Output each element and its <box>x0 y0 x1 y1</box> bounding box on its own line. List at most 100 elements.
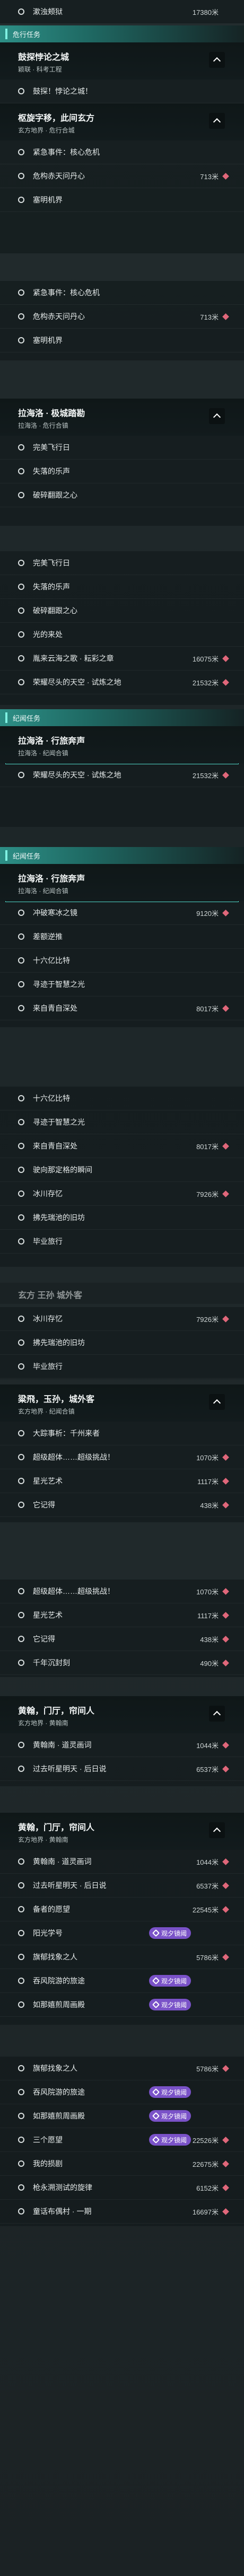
list-item[interactable]: 如那嬉煎周画殿 观夕镜阈 <box>0 1993 244 2017</box>
list-item[interactable]: 我的损剧 22675米 <box>0 2152 244 2176</box>
quest-label: 荣耀尽头的天空 · 试炼之地 <box>33 678 121 686</box>
collapse-chevron-icon[interactable] <box>209 52 225 68</box>
section-header[interactable]: 黄翰，门厅，帘间人 玄方地界 · 黄翰南 <box>0 1696 244 1733</box>
list-item[interactable]: 吞风院游的旅途 观夕镜阈 <box>0 2080 244 2104</box>
collapse-chevron-icon[interactable] <box>209 408 225 424</box>
quest-distance: 6152米 <box>196 2184 219 2192</box>
section-header[interactable]: 鼓探悖论之城 颖联 · 科考工程 <box>0 42 244 80</box>
list-item[interactable]: 吞风院游的旅途 观夕镜阈 <box>0 1969 244 1993</box>
list-item[interactable]: 黄翰南 · 道灵画词 1044米 <box>0 1850 244 1874</box>
section-header[interactable]: 拉海洛 · 行旅奔声 拉海洛 · 纪闻合镇 <box>0 864 244 901</box>
list-item[interactable]: 十六亿比特 <box>0 1087 244 1110</box>
quest-distance: 1070米 <box>196 1587 219 1596</box>
list-item[interactable]: 失落的乐声 <box>0 575 244 599</box>
list-item[interactable]: 驶向那定格的瞬间 <box>0 1158 244 1182</box>
list-item[interactable]: 胤来云海之歌 · 耘彩之章 16075米 <box>0 647 244 671</box>
top-quest-row[interactable]: 漱浊颊狱 17380米 <box>0 0 244 23</box>
list-item[interactable]: 光的来处 <box>0 623 244 647</box>
waypoint-diamond-icon <box>222 1635 229 1643</box>
list-item[interactable]: 旗郁找象之人 5786米 <box>0 1945 244 1969</box>
list-item[interactable]: 危构赤天问丹心 713米 <box>0 164 244 188</box>
quest-label: 冰川存忆 <box>33 1315 63 1323</box>
quest-distance: 17380米 <box>192 8 219 16</box>
section-title: 玄方 王孙 城外客 <box>18 1291 82 1300</box>
list-item[interactable]: 冰川存忆 7926米 <box>0 1182 244 1206</box>
category-header[interactable]: 危行任务 <box>0 25 244 42</box>
list-item[interactable]: 它记得 438米 <box>0 1493 244 1517</box>
list-item[interactable]: 拂先瑞池的旧坊 <box>0 1331 244 1355</box>
list-item[interactable]: 塞明机界 <box>0 329 244 352</box>
collapse-chevron-icon[interactable] <box>209 1394 225 1410</box>
category-header[interactable]: 纪闻任务 <box>0 709 244 726</box>
list-item[interactable]: 阳光学号 观夕镜阈 <box>0 1921 244 1945</box>
list-item[interactable]: 它记得 438米 <box>0 1627 244 1651</box>
list-item[interactable]: 过去听星明天 · 后日说 6537米 <box>0 1874 244 1898</box>
section-panel: 黄翰，门厅，帘间人 玄方地界 · 黄翰南 黄翰南 · 道灵画词 1044米 过去听星… <box>0 1696 244 1786</box>
quest-label: 拂先瑞池的旧坊 <box>33 1338 85 1347</box>
waypoint-diamond-icon <box>222 1587 229 1595</box>
list-item[interactable]: 十六亿比特 <box>0 949 244 973</box>
section-title: 枢旋字移，此间玄方 <box>18 114 95 123</box>
quest-ring-icon <box>18 1143 24 1149</box>
list-item[interactable]: 大踪事析：千州来者 <box>0 1422 244 1445</box>
list-item[interactable]: 冰川存忆 7926米 <box>0 1307 244 1331</box>
list-item[interactable]: 寻迹于智慧之光 <box>0 1110 244 1134</box>
quest-label: 十六亿比特 <box>33 1094 70 1102</box>
list-item[interactable]: 超级超体……超级挑战！ 1070米 <box>0 1445 244 1469</box>
list-item[interactable]: 紧急事件：核心危机 <box>0 281 244 305</box>
list-item[interactable]: 毕业旅行 <box>0 1355 244 1379</box>
list-item[interactable]: 旗郁找象之人 5786米 <box>0 2057 244 2080</box>
quest-ring-icon <box>18 1742 24 1748</box>
list-item[interactable]: 拂先瑞池的旧坊 <box>0 1206 244 1230</box>
list-item[interactable]: 黄翰南 · 道灵画词 1044米 <box>0 1733 244 1757</box>
quest-label: 毕业旅行 <box>33 1237 63 1246</box>
list-item[interactable]: 塞明机界 <box>0 188 244 212</box>
section-header[interactable]: 黄翰，门厅，帘间人 玄方地界 · 黄翰南 <box>0 1813 244 1850</box>
collapse-chevron-icon[interactable] <box>209 113 225 129</box>
list-item[interactable]: 破碎翻跟之心 <box>0 483 244 507</box>
quest-label: 寻迹于智慧之光 <box>33 1118 85 1126</box>
list-item[interactable]: 危构赤天问丹心 713米 <box>0 305 244 329</box>
list-item[interactable]: 枪永溯测试的旋律 6152米 <box>0 2176 244 2200</box>
list-item[interactable]: 失落的乐声 <box>0 460 244 483</box>
list-item[interactable]: 冲破寒冰之镜 9120米 <box>0 901 244 925</box>
list-item[interactable]: 完美飞行日 <box>0 436 244 460</box>
section-header[interactable]: 拉海洛 · 极城踏勘 拉海洛 · 危行合镇 <box>0 399 244 436</box>
list-item[interactable]: 过去听星明天 · 后日说 6537米 <box>0 1757 244 1781</box>
list-item[interactable]: 完美飞行日 <box>0 551 244 575</box>
quest-ring-icon <box>18 1119 24 1125</box>
list-item[interactable]: 如那嬉煎周画殿 观夕镜阈 <box>0 2104 244 2128</box>
list-item[interactable]: 破碎翻跟之心 <box>0 599 244 623</box>
section-title: 黄翰，门厅，帘间人 <box>18 1707 95 1716</box>
list-item[interactable]: 荣耀尽头的天空 · 试炼之地 21532米 <box>0 671 244 694</box>
list-item[interactable]: 星光艺术 1117米 <box>0 1603 244 1627</box>
list-item[interactable]: 来自青自深处 8017米 <box>0 996 244 1020</box>
waypoint-diamond-icon <box>222 1741 229 1749</box>
quest-label: 它记得 <box>33 1501 55 1509</box>
list-item[interactable]: 千年沉封刻 490米 <box>0 1651 244 1675</box>
collapse-chevron-icon[interactable] <box>209 1706 225 1722</box>
list-item[interactable]: 星光艺术 1117米 <box>0 1469 244 1493</box>
quest-ring-icon <box>18 1454 24 1460</box>
list-item[interactable]: 超级超体……超级挑战！ 1070米 <box>0 1580 244 1603</box>
category-header[interactable]: 纪闻任务 <box>0 847 244 864</box>
list-item[interactable]: 寻迹于智慧之光 <box>0 973 244 996</box>
collapse-chevron-icon[interactable] <box>209 1822 225 1838</box>
list-item[interactable]: 备者的愿望 22545米 <box>0 1898 244 1921</box>
quest-list: 冰川存忆 7926米拂先瑞池的旧坊毕业旅行 <box>0 1307 244 1379</box>
waypoint-diamond-icon <box>222 1611 229 1619</box>
list-item[interactable]: 毕业旅行 <box>0 1230 244 1254</box>
list-item[interactable]: 来自青自深处 8017米 <box>0 1134 244 1158</box>
section-header[interactable]: 粱飛，玉孙，城外客 玄方地界 · 纪闻合镇 <box>0 1384 244 1422</box>
quest-ring-icon <box>18 957 24 964</box>
list-item[interactable]: 童话布偶村 · 一期 16697米 <box>0 2200 244 2224</box>
list-item[interactable]: 荣耀尽头的天空 · 试炼之地 21532米 <box>0 763 244 787</box>
list-item[interactable]: 差额逆推 <box>0 925 244 949</box>
list-item[interactable]: 三个愿望 观夕镜阈 22526米 <box>0 2128 244 2152</box>
quest-distance: 22526米 <box>192 2136 219 2145</box>
section-header[interactable]: 拉海洛 · 行旅奔声 拉海洛 · 纪闻合镇 <box>0 726 244 763</box>
list-item[interactable]: 鼓探！悖论之城！ <box>0 80 244 103</box>
section-header[interactable]: 枢旋字移，此间玄方 玄方地界 · 危行合城 <box>0 103 244 140</box>
quest-ring-icon <box>18 1766 24 1772</box>
list-item[interactable]: 紧急事件：核心危机 <box>0 140 244 164</box>
